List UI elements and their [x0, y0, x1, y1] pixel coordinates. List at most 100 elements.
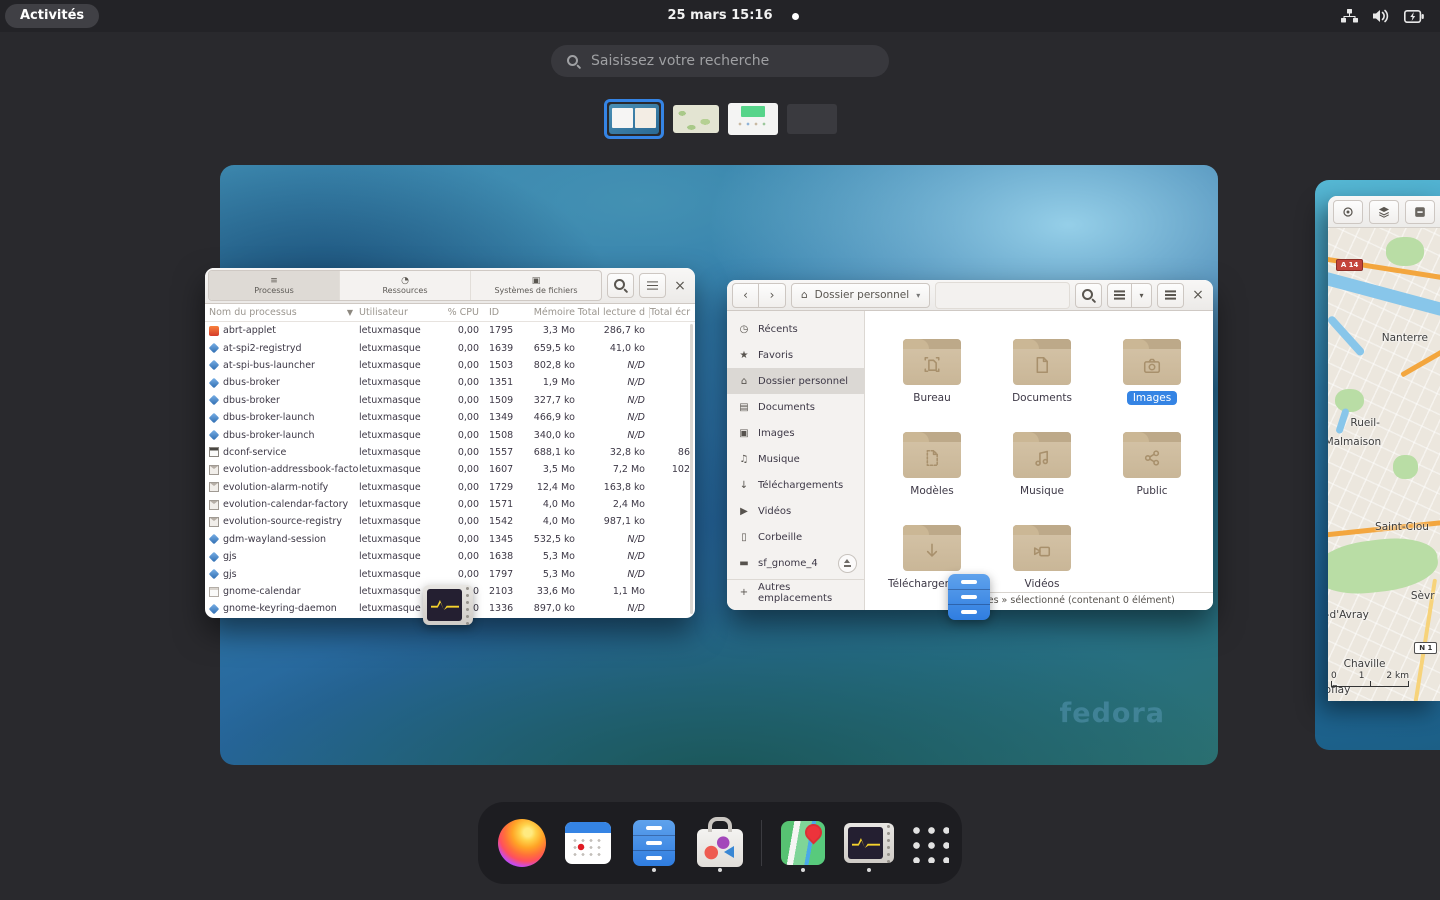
hamburger-icon [1165, 294, 1176, 296]
sidebar-item[interactable]: ▶ Vidéos [727, 498, 864, 524]
column-memory[interactable]: Mémoire [517, 307, 575, 318]
process-row[interactable]: at-spi-bus-launcher letuxmasque 0,00 150… [205, 357, 695, 374]
go-to-location-button[interactable] [1333, 200, 1363, 224]
dock-app[interactable] [778, 815, 828, 871]
process-row[interactable]: evolution-alarm-notify letuxmasque 0,00 … [205, 479, 695, 496]
dock-app[interactable] [497, 815, 547, 871]
process-memory: 5,3 Mo [517, 569, 575, 580]
process-icon [209, 534, 219, 545]
process-row[interactable]: at-spi2-registryd letuxmasque 0,00 1639 … [205, 339, 695, 356]
process-cpu: 0,00 [435, 464, 479, 475]
column-id[interactable]: ID [479, 307, 517, 318]
process-row[interactable]: dbus-broker letuxmasque 0,00 1509 327,7 … [205, 392, 695, 409]
workspace-thumbnail-maps[interactable] [673, 105, 719, 133]
process-user: letuxmasque [359, 325, 435, 336]
process-disk-write: 86 [645, 447, 691, 458]
monitor-tab[interactable]: ▣ Systèmes de fichiers [471, 271, 601, 300]
menu-button[interactable] [639, 273, 666, 298]
sidebar-item[interactable]: ◷ Récents [727, 316, 864, 342]
sidebar-item-icon: ♫ [738, 454, 750, 465]
search-button[interactable] [607, 273, 634, 298]
layers-button[interactable] [1369, 200, 1399, 224]
dock-app[interactable] [695, 815, 745, 871]
activities-button[interactable]: Activités [5, 4, 99, 28]
monitor-tab[interactable]: ◔ Ressources [340, 271, 471, 300]
column-user[interactable]: Utilisateur [359, 307, 435, 318]
process-row[interactable]: gjs letuxmasque 0,00 1638 5,3 Mo N/D [205, 548, 695, 565]
sidebar-item[interactable]: ▬ sf_gnome_4 [727, 550, 864, 576]
process-row[interactable]: gdm-wayland-session letuxmasque 0,00 134… [205, 531, 695, 548]
sidebar-item-label: Vidéos [758, 506, 791, 517]
dock-app[interactable] [629, 815, 679, 871]
column-cpu[interactable]: % CPU [435, 307, 479, 318]
files-window-badge[interactable] [948, 574, 990, 620]
process-row[interactable]: dbus-broker letuxmasque 0,00 1351 1,9 Mo… [205, 374, 695, 391]
process-memory: 532,5 ko [517, 534, 575, 545]
sidebar-item[interactable]: ▯ Corbeille [727, 524, 864, 550]
close-button[interactable]: × [1189, 283, 1207, 308]
sidebar-item[interactable]: + Autres emplacements [727, 579, 864, 605]
process-row[interactable]: evolution-source-registry letuxmasque 0,… [205, 513, 695, 530]
clock-button[interactable]: 25 mars 15:16 [668, 0, 773, 32]
column-disk-read[interactable]: Total lecture d [575, 307, 645, 318]
tab-icon: ≡ [270, 276, 278, 286]
process-row[interactable]: evolution-addressbook-factory letuxmasqu… [205, 461, 695, 478]
pathbar[interactable] [935, 282, 1070, 309]
process-row[interactable]: dbus-broker-launch letuxmasque 0,00 1508… [205, 426, 695, 443]
sidebar-item-icon: + [738, 587, 750, 598]
maps-window[interactable]: NanterreRueil-MalmaisonSaint-ClouSèvr-d'… [1328, 196, 1440, 701]
location-dropdown[interactable]: ⌂ Dossier personnel ▾ [791, 283, 930, 308]
view-toggle-button[interactable] [1107, 283, 1132, 308]
search-button[interactable] [1075, 283, 1102, 308]
process-id: 1345 [479, 534, 517, 545]
forward-button[interactable]: › [759, 283, 786, 308]
folder-item[interactable]: Modèles [903, 432, 961, 525]
folder-item[interactable]: Images [1123, 339, 1181, 432]
column-name[interactable]: Nom du processus▼ [209, 307, 359, 318]
folder-item[interactable]: Musique [1013, 432, 1071, 525]
menu-button[interactable] [1157, 283, 1184, 308]
close-button[interactable]: × [671, 273, 689, 298]
process-row[interactable]: dbus-broker-launch letuxmasque 0,00 1349… [205, 409, 695, 426]
files-window[interactable]: ‹ › ⌂ Dossier personnel ▾ ▾ × [727, 280, 1213, 610]
sidebar-item[interactable]: ♫ Musique [727, 446, 864, 472]
system-status-area[interactable] [1341, 0, 1424, 32]
show-applications-button[interactable] [910, 815, 949, 871]
workspace-preview-next[interactable]: NanterreRueil-MalmaisonSaint-ClouSèvr-d'… [1315, 180, 1440, 750]
view-options-button[interactable]: ▾ [1132, 283, 1152, 308]
system-monitor-icon [423, 585, 473, 625]
workspace-thumbnail-empty[interactable] [787, 104, 837, 134]
process-row[interactable]: gjs letuxmasque 0,00 1797 5,3 Mo N/D [205, 565, 695, 582]
sidebar-item[interactable]: ▤ Documents [727, 394, 864, 420]
folder-item[interactable]: Public [1123, 432, 1181, 525]
sidebar-item[interactable]: ★ Favoris [727, 342, 864, 368]
sidebar-item[interactable]: ↓ Téléchargements [727, 472, 864, 498]
eject-button[interactable] [838, 554, 857, 573]
process-name: at-spi2-registryd [223, 343, 302, 354]
sidebar-item-label: Autres emplacements [758, 582, 857, 604]
back-button[interactable]: ‹ [732, 283, 759, 308]
search-input[interactable]: Saisissez votre recherche [551, 45, 889, 77]
folder-item[interactable]: Documents [1006, 339, 1078, 432]
dock-app[interactable] [563, 815, 613, 871]
system-monitor-window[interactable]: ≡ Processus ◔ Ressources ▣ Systèmes de f… [205, 268, 695, 618]
sidebar-item[interactable]: ⌂ Dossier personnel [727, 368, 864, 394]
workspace-thumbnail-software[interactable] [728, 103, 778, 135]
process-icon [209, 517, 219, 527]
volume-icon [1372, 9, 1390, 23]
dash-dock [478, 802, 962, 884]
column-disk-write[interactable]: Total écr [649, 307, 691, 318]
process-row[interactable]: dconf-service letuxmasque 0,00 1557 688,… [205, 444, 695, 461]
monitor-tab[interactable]: ≡ Processus [209, 271, 340, 300]
workspace-thumbnail-current[interactable] [604, 99, 664, 139]
process-row[interactable]: abrt-applet letuxmasque 0,00 1795 3,3 Mo… [205, 322, 695, 339]
zoom-out-button[interactable] [1405, 200, 1435, 224]
sidebar-item[interactable]: ▣ Images [727, 420, 864, 446]
folder-item[interactable]: Bureau [903, 339, 961, 432]
system-monitor-window-badge[interactable] [423, 585, 473, 625]
map-canvas[interactable]: NanterreRueil-MalmaisonSaint-ClouSèvr-d'… [1328, 228, 1440, 701]
scrollbar[interactable] [690, 324, 693, 614]
dock-app[interactable] [844, 815, 894, 871]
process-row[interactable]: evolution-calendar-factory letuxmasque 0… [205, 496, 695, 513]
process-cpu: 0,00 [435, 551, 479, 562]
